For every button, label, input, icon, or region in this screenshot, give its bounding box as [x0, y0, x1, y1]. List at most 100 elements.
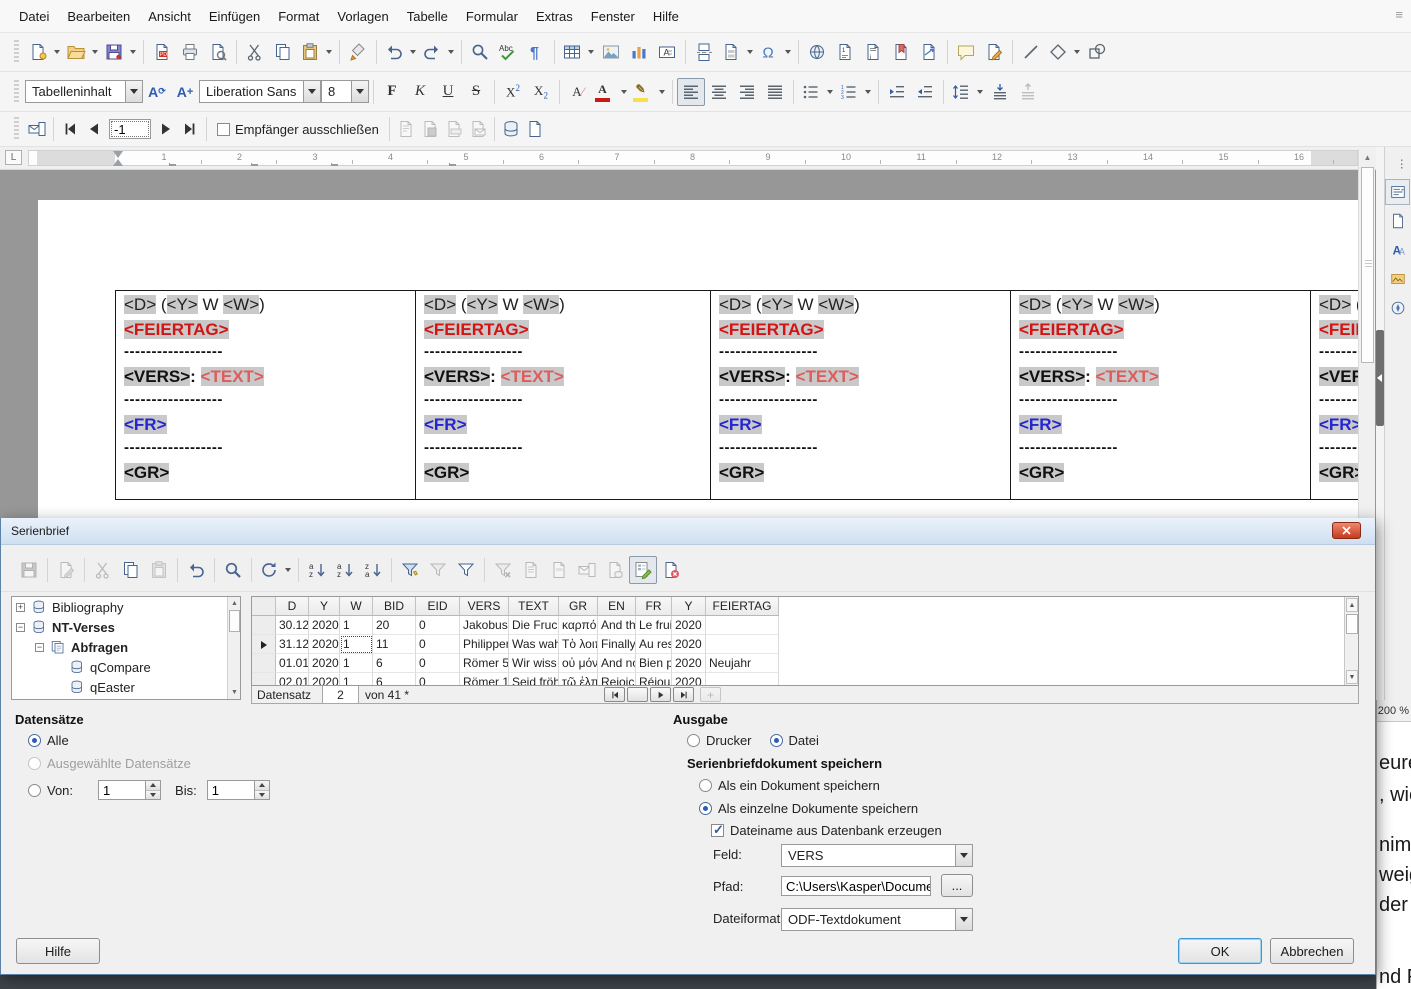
subscript-icon[interactable]: X2 [527, 78, 555, 106]
grid-cell[interactable]: 20 [373, 616, 416, 635]
insert-field-icon[interactable] [718, 38, 756, 66]
insert-image-icon[interactable] [597, 38, 625, 66]
grid-cell[interactable]: Finally, [598, 635, 636, 654]
spelling-icon[interactable]: Abc [494, 38, 522, 66]
radio-from-to[interactable]: Von: Bis: [28, 780, 270, 800]
merge-template-table[interactable]: <D> (<Y> W <W>)<FEIERTAG>---------------… [115, 290, 1361, 500]
radio-all[interactable]: Alle [28, 733, 69, 748]
indent-marker-icon[interactable] [113, 151, 123, 158]
chevron-down-icon[interactable] [448, 50, 454, 54]
grid-cell[interactable]: 1 [340, 635, 373, 654]
expand-icon[interactable]: + [16, 603, 25, 612]
chevron-down-icon[interactable] [326, 50, 332, 54]
menu-formular[interactable]: Formular [457, 5, 527, 28]
grid-cell[interactable]: And th [598, 616, 636, 635]
grid-cell[interactable]: Römer 5, [460, 654, 509, 673]
mail-merge-icon[interactable] [25, 117, 49, 141]
radio-individual-docs-icon[interactable] [699, 802, 712, 815]
insert-comment-icon[interactable] [952, 38, 980, 66]
scroll-up-icon[interactable]: ▲ [1346, 598, 1358, 612]
menu-extras[interactable]: Extras [527, 5, 582, 28]
sidebar-settings-icon[interactable]: ⋮ [1385, 150, 1410, 176]
chevron-down-icon[interactable] [865, 90, 871, 94]
chevron-down-icon[interactable] [588, 50, 594, 54]
tab-stop-marker[interactable] [331, 163, 338, 166]
menu-tabelle[interactable]: Tabelle [398, 5, 457, 28]
grid-cell[interactable]: 2020 [672, 673, 706, 686]
grid-cell[interactable]: Wir wiss [509, 654, 559, 673]
template-table-cell[interactable]: <D> (<Y> W <W>)<FEIERTAG>---------------… [1011, 291, 1311, 500]
undo-icon[interactable] [381, 38, 419, 66]
chevron-down-icon[interactable] [303, 81, 320, 102]
tree-item-nt-verses[interactable]: −NT-Verses [12, 617, 240, 637]
grid-cell[interactable]: οὐ μόν [559, 654, 598, 673]
open-icon[interactable] [63, 38, 101, 66]
find-replace-icon[interactable] [466, 38, 494, 66]
font-name-combobox[interactable]: Liberation Sans [199, 80, 321, 103]
radio-from-icon[interactable] [28, 784, 41, 797]
chevron-down-icon[interactable] [659, 90, 665, 94]
copy-icon[interactable] [117, 556, 145, 584]
decrease-indent-icon[interactable] [911, 78, 939, 106]
chevron-down-icon[interactable] [130, 50, 136, 54]
chevron-down-icon[interactable] [747, 50, 753, 54]
align-right-icon[interactable] [733, 78, 761, 106]
close-icon[interactable] [1332, 522, 1361, 539]
grid-cell[interactable]: 11 [373, 635, 416, 654]
italic-icon[interactable]: K [406, 78, 434, 106]
page-break-icon[interactable] [690, 38, 718, 66]
radio-single-document[interactable]: Als ein Dokument speichern [699, 778, 880, 793]
checkbox-filename-from-db[interactable]: Dateiname aus Datenbank erzeugen [711, 823, 942, 838]
horizontal-ruler[interactable]: L 12345678910111213141516 [0, 147, 1376, 170]
para-space-increase-icon[interactable] [986, 78, 1014, 106]
exclude-recipient-checkbox[interactable]: Empfänger ausschließen [217, 122, 379, 137]
scroll-down-icon[interactable]: ▼ [1346, 670, 1358, 684]
menu-datei[interactable]: Datei [10, 5, 58, 28]
scroll-down-icon[interactable]: ▼ [229, 687, 240, 698]
paste-icon[interactable] [297, 38, 335, 66]
grid-cell[interactable] [706, 673, 779, 686]
update-style-icon[interactable]: A⟳ [143, 78, 171, 106]
draw-functions-icon[interactable] [1083, 38, 1111, 66]
insert-textbox-icon[interactable]: A [653, 38, 681, 66]
insert-chart-icon[interactable] [625, 38, 653, 66]
data-source-tree[interactable]: +Bibliography−NT-Verses−AbfragenqCompare… [11, 596, 241, 700]
column-header-bid[interactable]: BID [373, 597, 416, 616]
grid-cell[interactable]: Jakobus [460, 616, 509, 635]
column-header-eid[interactable]: EID [416, 597, 460, 616]
grid-cell[interactable]: Τὸ λοιπ [559, 635, 598, 654]
scrollbar-thumb[interactable] [229, 610, 240, 632]
column-header-text[interactable]: TEXT [509, 597, 559, 616]
tab-stop-marker[interactable] [251, 163, 258, 166]
clone-formatting-icon[interactable] [344, 38, 372, 66]
row-handle[interactable] [252, 635, 276, 654]
row-handle[interactable] [252, 673, 276, 686]
grid-cell[interactable]: Le frui [636, 616, 672, 635]
grid-cell[interactable]: 1 [340, 673, 373, 686]
template-table-cell[interactable]: <D> (<Y> W <W>)<FEIERTAG>---------------… [711, 291, 1011, 500]
grid-cell[interactable]: Réjoui [636, 673, 672, 686]
increase-indent-icon[interactable] [883, 78, 911, 106]
grid-cell[interactable] [706, 635, 779, 654]
toolbar-grip[interactable] [14, 117, 19, 141]
tree-item-qeaster[interactable]: qEaster [12, 677, 240, 697]
explorer-on-off-icon[interactable] [629, 556, 657, 584]
tree-item-bibliography[interactable]: +Bibliography [12, 597, 240, 617]
tree-scrollbar[interactable]: ▲ ▼ [227, 597, 240, 699]
grid-cell[interactable]: 2020 [309, 635, 340, 654]
export-pdf-icon[interactable]: PDF [148, 38, 176, 66]
from-record-input[interactable] [99, 781, 145, 799]
grid-cell[interactable]: 0 [416, 654, 460, 673]
template-table-cell[interactable]: <D> (<Y> W <W>)<FEIERTAG>---------------… [1311, 291, 1361, 500]
field-combobox[interactable]: VERS [781, 844, 973, 867]
align-center-icon[interactable] [705, 78, 733, 106]
new-document-icon[interactable] [25, 38, 63, 66]
grid-cell[interactable]: 30.12 [276, 616, 309, 635]
grid-cell[interactable]: Seid fröh [509, 673, 559, 686]
grid-cell[interactable]: Römer 1: [460, 673, 509, 686]
align-left-icon[interactable] [677, 78, 705, 106]
ok-button[interactable]: OK [1178, 938, 1262, 964]
basic-shapes-icon[interactable] [1045, 38, 1083, 66]
grid-cell[interactable]: 6 [373, 654, 416, 673]
grid-cell[interactable]: 1 [340, 616, 373, 635]
